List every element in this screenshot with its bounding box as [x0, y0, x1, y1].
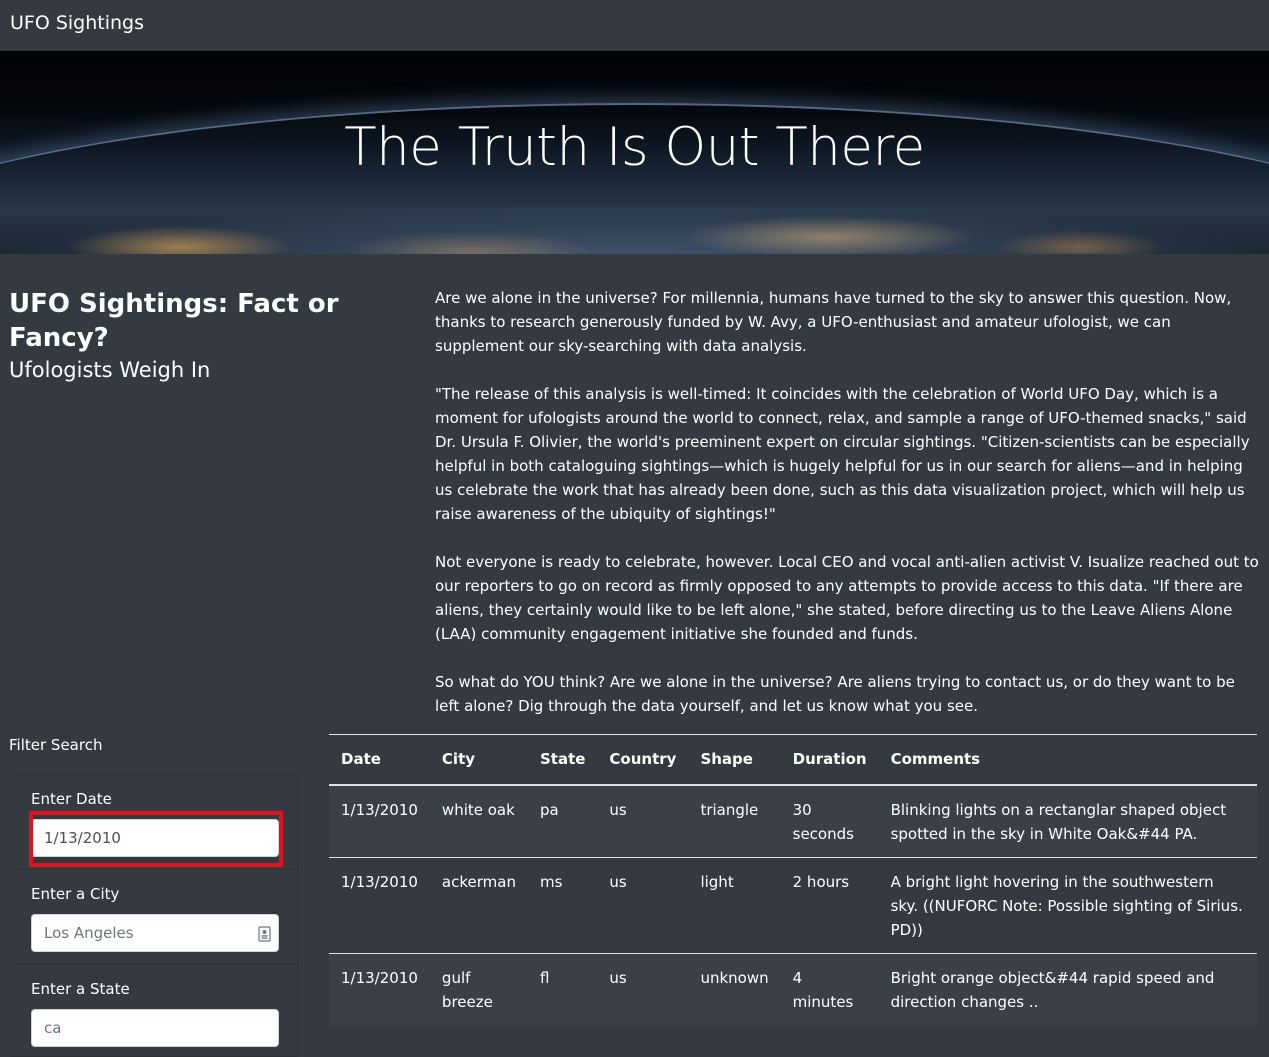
intro-heading: UFO Sightings: Fact or Fancy? Ufologists…: [9, 287, 409, 385]
filter-list: Enter Date Enter a City Enter a State: [10, 774, 299, 1057]
column-header-date: Date: [329, 734, 430, 786]
cell-country: us: [597, 857, 689, 954]
filter-item-date: Enter Date: [11, 775, 299, 870]
cell-comments: Blinking lights on a rectanglar shaped o…: [878, 784, 1257, 858]
cell-duration: 30 seconds: [780, 784, 879, 858]
cell-date: 1/13/2010: [329, 857, 430, 954]
cell-state: fl: [527, 953, 598, 1025]
cell-country: us: [597, 953, 689, 1025]
column-header-state: State: [527, 734, 598, 786]
hero-banner: The Truth Is Out There: [0, 51, 1269, 254]
article-paragraph: So what do YOU think? Are we alone in th…: [435, 673, 1235, 715]
cell-shape: light: [688, 857, 781, 954]
column-header-shape: Shape: [688, 734, 781, 786]
article-paragraph: Not everyone is ready to celebrate, howe…: [435, 553, 1259, 643]
cell-duration: 2 hours: [780, 857, 879, 954]
filter-item-city: Enter a City: [11, 870, 299, 965]
cell-country: us: [597, 784, 689, 858]
column-header-country: Country: [597, 734, 689, 786]
navbar-brand-link[interactable]: UFO Sightings: [10, 12, 144, 34]
page-title: UFO Sightings: Fact or Fancy?: [9, 289, 339, 353]
table-row: 1/13/2010 ackerman ms us light 2 hours A…: [329, 857, 1257, 954]
hero-title: The Truth Is Out There: [344, 117, 925, 178]
filter-search-title: Filter Search: [9, 736, 103, 754]
table-header: Date City State Country Shape Duration C…: [329, 734, 1257, 786]
column-header-city: City: [429, 734, 528, 786]
cell-date: 1/13/2010: [329, 953, 430, 1025]
cell-duration: 4 minutes: [780, 953, 879, 1025]
article-body: Are we alone in the universe? For millen…: [435, 286, 1259, 742]
date-input[interactable]: [31, 819, 279, 857]
ufo-table: Date City State Country Shape Duration C…: [329, 734, 1257, 1025]
cell-shape: unknown: [688, 953, 781, 1025]
page-subtitle: Ufologists Weigh In: [9, 358, 211, 382]
state-input[interactable]: [31, 1009, 279, 1047]
filter-item-state: Enter a State: [11, 965, 299, 1057]
table-row: 1/13/2010 white oak pa us triangle 30 se…: [329, 784, 1257, 858]
cell-shape: triangle: [688, 784, 781, 858]
cell-state: pa: [527, 784, 598, 858]
cell-city: gulf breeze: [429, 953, 528, 1025]
cell-comments: A bright light hovering in the southwest…: [878, 857, 1257, 954]
state-label: Enter a State: [31, 980, 130, 998]
article-paragraph: "The release of this analysis is well-ti…: [435, 385, 1250, 523]
navbar: UFO Sightings: [0, 0, 1269, 51]
city-input[interactable]: [31, 914, 279, 952]
city-label: Enter a City: [31, 885, 120, 903]
ufo-table-container: Date City State Country Shape Duration C…: [329, 734, 1257, 1025]
table-row: 1/13/2010 gulf breeze fl us unknown 4 mi…: [329, 953, 1257, 1025]
cell-date: 1/13/2010: [329, 784, 430, 858]
column-header-comments: Comments: [878, 734, 1257, 786]
cell-comments: Bright orange object&#44 rapid speed and…: [878, 953, 1257, 1025]
table-body: 1/13/2010 white oak pa us triangle 30 se…: [329, 784, 1257, 1025]
date-label: Enter Date: [31, 790, 112, 808]
cell-city: white oak: [429, 784, 528, 858]
cell-city: ackerman: [429, 857, 528, 954]
table-header-row: Date City State Country Shape Duration C…: [329, 734, 1257, 786]
cell-state: ms: [527, 857, 598, 954]
contact-card-icon: [258, 926, 271, 942]
article-paragraph: Are we alone in the universe? For millen…: [435, 289, 1232, 355]
column-header-duration: Duration: [780, 734, 879, 786]
